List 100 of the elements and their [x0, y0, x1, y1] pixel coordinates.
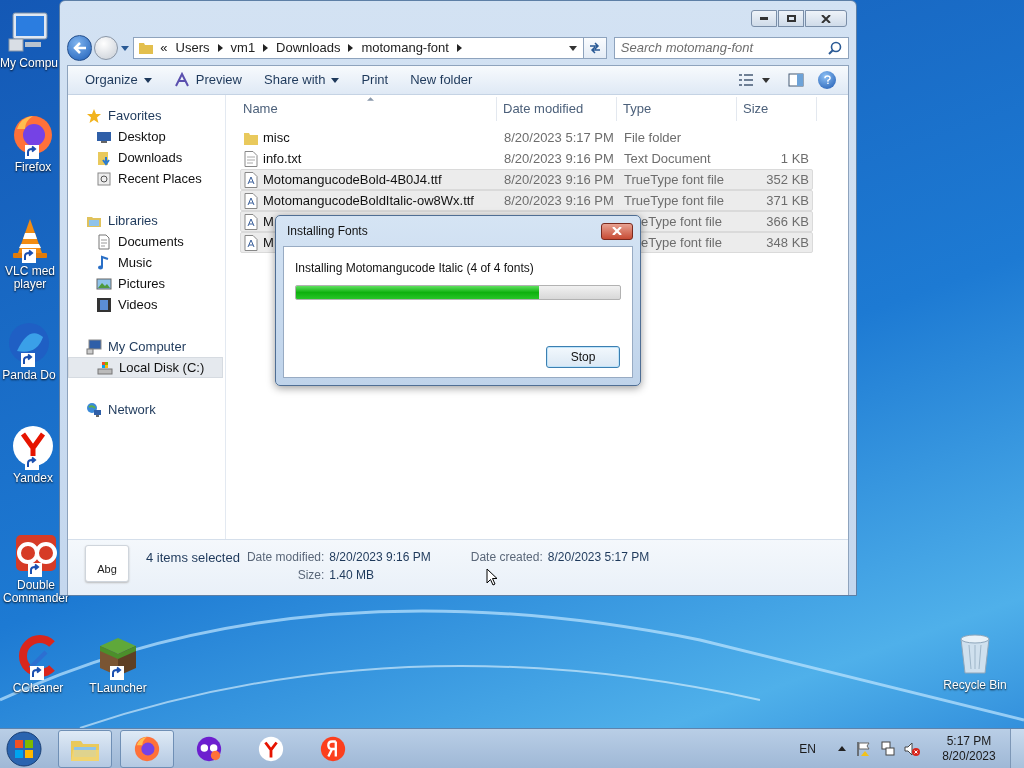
icon-label: Firefox: [14, 161, 52, 174]
file-size: 352 KB: [766, 170, 809, 189]
speaker-muted-icon[interactable]: [904, 740, 920, 757]
nav-item[interactable]: Videos: [68, 294, 223, 315]
download-folder-icon: [96, 149, 112, 166]
arrow-left-icon: [72, 42, 87, 54]
address-bar[interactable]: « Users vm1 Downloads motomang-font: [133, 37, 584, 59]
icon-label: My Compu: [0, 57, 58, 70]
file-type: File folder: [624, 129, 682, 145]
nav-group-header[interactable]: Libraries: [68, 210, 225, 231]
caret-icon: [568, 45, 577, 51]
font-thumbnail: Abg: [85, 545, 129, 582]
search-icon: [828, 41, 842, 55]
date-modified: 8/20/2023 5:17 PM: [504, 129, 614, 145]
taskbar-app[interactable]: [120, 729, 174, 768]
nav-item[interactable]: Downloads: [68, 147, 223, 168]
file-row[interactable]: info.txt 8/20/2023 9:16 PM Text Document 1 KB: [240, 148, 813, 169]
toolbar-button[interactable]: Print: [352, 68, 398, 92]
minimize-button[interactable]: [751, 10, 777, 27]
font-file-icon: [244, 234, 258, 251]
language-indicator[interactable]: EN: [799, 739, 816, 758]
pane-icon: [788, 73, 804, 87]
start-button[interactable]: [4, 729, 44, 768]
font-file-icon: [244, 213, 258, 230]
network-icon: [86, 401, 102, 418]
overflow-chevrons[interactable]: «: [160, 38, 168, 58]
column-header[interactable]: Size: [737, 97, 817, 121]
stop-button[interactable]: Stop: [546, 346, 620, 368]
toolbar-button[interactable]: New folder: [401, 68, 482, 92]
file-name: info.txt: [263, 149, 302, 168]
font-file-icon: [244, 192, 258, 209]
detail-value: 8/20/2023 5:17 PM: [547, 549, 650, 566]
close-button[interactable]: [601, 222, 633, 240]
detail-value: 8/20/2023 9:16 PM: [329, 549, 431, 566]
nav-item[interactable]: Pictures: [68, 273, 223, 294]
icon-label: Double Commander: [3, 579, 69, 605]
file-row[interactable]: MotomangucodeBold-4B0J4.ttf 8/20/2023 9:16 PM TrueType font file 352 KB: [240, 169, 813, 190]
chevron-right-icon: [456, 44, 462, 52]
back-button[interactable]: [67, 35, 93, 61]
file-size: 366 KB: [766, 212, 809, 231]
star-icon: [86, 107, 102, 124]
film-icon: [96, 296, 112, 313]
file-row[interactable]: misc 8/20/2023 5:17 PM File folder: [240, 127, 813, 148]
network-icon[interactable]: [880, 740, 896, 757]
yandex-icon: [319, 734, 347, 763]
nav-group-header[interactable]: My Computer: [68, 336, 225, 357]
maximize-button[interactable]: [778, 10, 804, 27]
mouse-pointer-icon: [486, 568, 498, 586]
icon-label: CCleaner: [12, 682, 64, 695]
icon-label: TLauncher: [89, 682, 147, 695]
nav-item[interactable]: Local Disk (C:): [68, 357, 223, 378]
nav-group-header[interactable]: Network: [68, 399, 225, 420]
caret-icon: [762, 77, 770, 83]
close-icon: [612, 227, 622, 235]
breadcrumb[interactable]: vm1: [230, 38, 256, 58]
column-header[interactable]: Date modified: [497, 97, 617, 121]
toolbar-button[interactable]: Share with: [255, 68, 349, 92]
file-name: MotomangucodeBold-4B0J4.ttf: [263, 170, 442, 189]
firefox-icon: [133, 734, 161, 763]
search-box[interactable]: Search motomang-font: [613, 37, 849, 59]
computer-icon: [86, 338, 102, 355]
icon-label: Recycle Bin: [943, 679, 1007, 692]
breadcrumb[interactable]: Downloads: [276, 38, 341, 58]
folder-icon: [138, 40, 155, 56]
history-dropdown[interactable]: [120, 44, 130, 52]
nav-item[interactable]: Recent Places: [68, 168, 223, 189]
toolbar-button[interactable]: Preview: [164, 68, 251, 92]
flag-icon[interactable]: [856, 740, 872, 757]
font-file-icon: [244, 171, 258, 188]
nav-item[interactable]: Music: [68, 252, 223, 273]
detail-value: 1.40 MB: [329, 567, 375, 584]
breadcrumb[interactable]: motomang-font: [361, 38, 449, 58]
nav-group-header[interactable]: Favorites: [68, 105, 225, 126]
recent-places-icon: [96, 170, 112, 187]
breadcrumb[interactable]: Users: [175, 38, 210, 58]
text-file-icon: [244, 150, 258, 167]
windows-logo-icon: [6, 730, 42, 767]
toolbar-button[interactable]: Organize: [76, 68, 161, 92]
refresh-button[interactable]: [583, 37, 607, 59]
column-header[interactable]: Type: [617, 97, 737, 121]
question-mark-icon: [823, 75, 831, 85]
icon-label: VLC med player: [5, 265, 55, 291]
document-icon: [96, 233, 112, 250]
file-type: Text Document: [624, 150, 711, 166]
chevron-right-icon: [263, 44, 269, 52]
close-button[interactable]: [805, 10, 847, 27]
file-row[interactable]: MotomangucodeBoldItalic-ow8Wx.ttf 8/20/2023 9:16 PM TrueType font file 371 KB: [240, 190, 813, 211]
chevron-right-icon: [348, 44, 354, 52]
search-field[interactable]: Search motomang-font: [620, 38, 828, 58]
clock[interactable]: 5:17 PM 8/20/2023: [934, 733, 1004, 764]
caret-icon: [331, 77, 340, 83]
file-name: misc: [263, 128, 290, 147]
nav-item[interactable]: Documents: [68, 231, 223, 252]
file-name: M: [263, 212, 274, 231]
detail-label: Date modified:: [246, 549, 325, 566]
help-button[interactable]: [818, 71, 836, 89]
date-modified: 8/20/2023 9:16 PM: [504, 171, 614, 187]
column-header[interactable]: Name: [237, 97, 497, 121]
nav-item[interactable]: Desktop: [68, 126, 223, 147]
mask-icon: [195, 734, 223, 763]
